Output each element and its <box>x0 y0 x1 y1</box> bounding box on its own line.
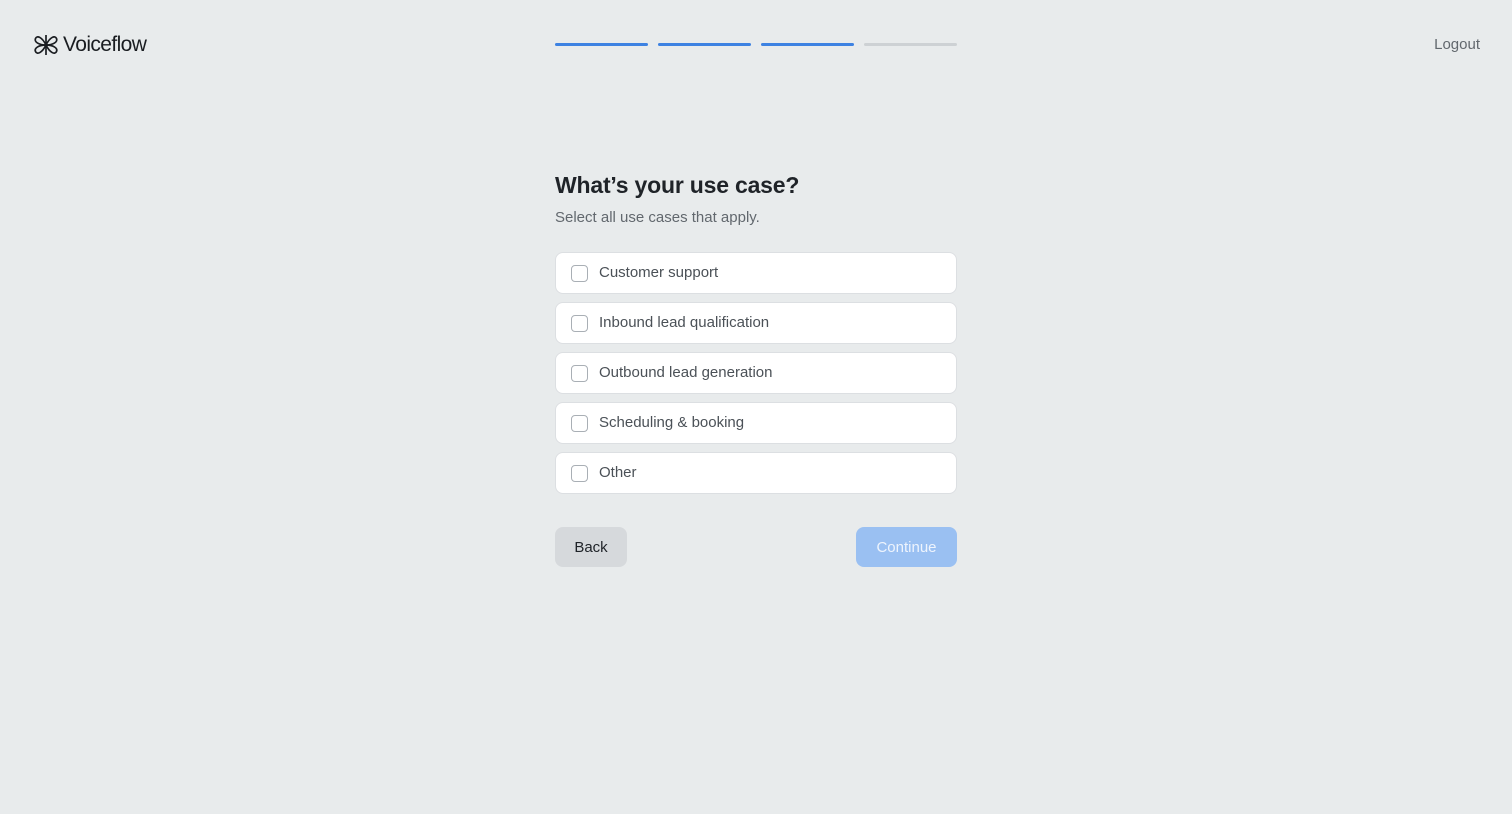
onboarding-progress <box>555 43 957 46</box>
checkbox[interactable] <box>571 314 588 332</box>
use-case-form: What’s your use case? Select all use cas… <box>555 168 957 567</box>
use-case-options: Customer support Inbound lead qualificat… <box>555 252 957 494</box>
logout-link[interactable]: Logout <box>1434 35 1480 55</box>
checkbox[interactable] <box>571 414 588 432</box>
page-title: What’s your use case? <box>555 172 800 198</box>
back-button[interactable]: Back <box>555 527 627 567</box>
logo-wordmark: Voiceflow <box>63 33 147 56</box>
progress-step-3 <box>761 43 854 46</box>
checkbox[interactable] <box>571 464 588 482</box>
option-label: Inbound lead qualification <box>599 314 770 331</box>
voiceflow-logo: Voiceflow <box>32 31 147 59</box>
onboarding-page: Voiceflow Logout What’s your use case? S… <box>0 0 1512 814</box>
option-other[interactable]: Other <box>555 452 957 494</box>
progress-step-4 <box>864 43 957 46</box>
option-label: Outbound lead generation <box>599 364 773 381</box>
checkbox[interactable] <box>571 364 588 382</box>
option-label: Customer support <box>599 264 719 281</box>
option-label: Scheduling & booking <box>599 414 745 431</box>
progress-step-2 <box>658 43 751 46</box>
option-outbound-lead-generation[interactable]: Outbound lead generation <box>555 352 957 394</box>
page-subtitle: Select all use cases that apply. <box>555 209 760 226</box>
voiceflow-logo-icon <box>34 35 58 55</box>
option-label: Other <box>599 464 637 481</box>
option-scheduling-booking[interactable]: Scheduling & booking <box>555 402 957 444</box>
checkbox[interactable] <box>571 264 588 282</box>
progress-step-1 <box>555 43 648 46</box>
option-customer-support[interactable]: Customer support <box>555 252 957 294</box>
form-actions: Back Continue <box>555 527 957 567</box>
option-inbound-lead-qualification[interactable]: Inbound lead qualification <box>555 302 957 344</box>
continue-button[interactable]: Continue <box>856 527 957 567</box>
